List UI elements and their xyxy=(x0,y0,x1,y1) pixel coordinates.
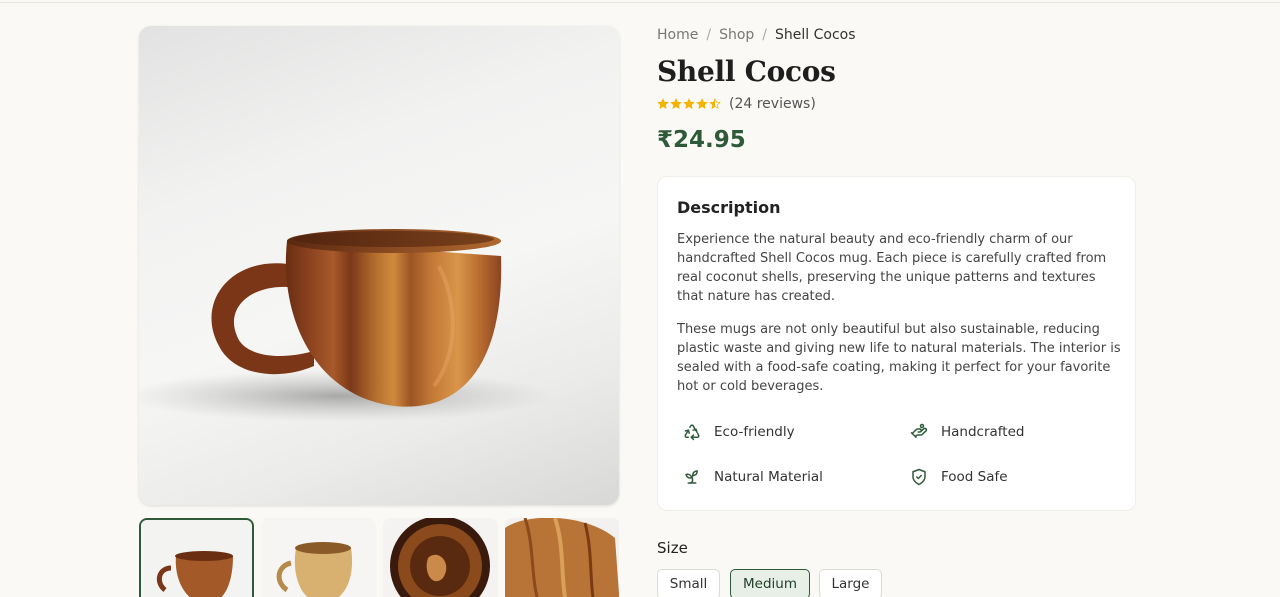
description-card: Description Experience the natural beaut… xyxy=(657,176,1136,511)
feature-label: Handcrafted xyxy=(941,424,1025,440)
thumbnail-2[interactable] xyxy=(261,518,376,597)
product-title: Shell Cocos xyxy=(657,55,836,88)
feature-eco-friendly: Eco-friendly xyxy=(682,422,795,442)
star-rating xyxy=(657,98,721,110)
description-paragraph-2: These mugs are not only beautiful but al… xyxy=(677,322,1121,394)
feature-label: Natural Material xyxy=(714,469,823,485)
top-border xyxy=(0,0,1280,3)
breadcrumb-separator: / xyxy=(762,27,767,43)
thumbnail-4[interactable] xyxy=(505,518,619,597)
thumbnail-strip xyxy=(139,518,619,597)
breadcrumb-shop[interactable]: Shop xyxy=(719,27,754,43)
breadcrumb: Home / Shop / Shell Cocos xyxy=(657,27,856,43)
description-heading: Description xyxy=(677,198,781,217)
feature-food-safe: Food Safe xyxy=(909,467,1008,487)
star-half-icon xyxy=(709,98,721,109)
breadcrumb-home[interactable]: Home xyxy=(657,27,698,43)
sprout-icon xyxy=(682,467,702,487)
feature-handcrafted: Handcrafted xyxy=(909,422,1024,442)
star-full-icon xyxy=(696,98,708,109)
product-main-image[interactable] xyxy=(139,26,619,505)
feature-label: Eco-friendly xyxy=(714,424,795,440)
mug-illustration xyxy=(139,229,554,422)
star-full-icon xyxy=(683,98,695,109)
description-paragraph-1: Experience the natural beauty and eco-fr… xyxy=(677,232,1107,304)
feature-natural-material: Natural Material xyxy=(682,467,823,487)
recycle-icon xyxy=(682,422,702,442)
size-label: Size xyxy=(657,539,688,557)
thumbnail-1[interactable] xyxy=(139,518,254,597)
thumbnail-3[interactable] xyxy=(383,518,498,597)
reviews-count[interactable]: (24 reviews) xyxy=(729,96,816,112)
feature-label: Food Safe xyxy=(941,469,1008,485)
size-option-medium[interactable]: Medium xyxy=(730,569,810,597)
shield-check-icon xyxy=(909,467,929,487)
hand-icon xyxy=(909,422,929,442)
breadcrumb-separator: / xyxy=(706,27,712,43)
product-price: ₹24.95 xyxy=(657,127,746,153)
star-full-icon xyxy=(657,98,669,109)
star-full-icon xyxy=(670,98,682,109)
size-option-small[interactable]: Small xyxy=(657,569,720,597)
size-option-large[interactable]: Large xyxy=(819,569,882,597)
product-rating[interactable]: (24 reviews) xyxy=(657,96,816,112)
breadcrumb-current: Shell Cocos xyxy=(775,27,856,43)
